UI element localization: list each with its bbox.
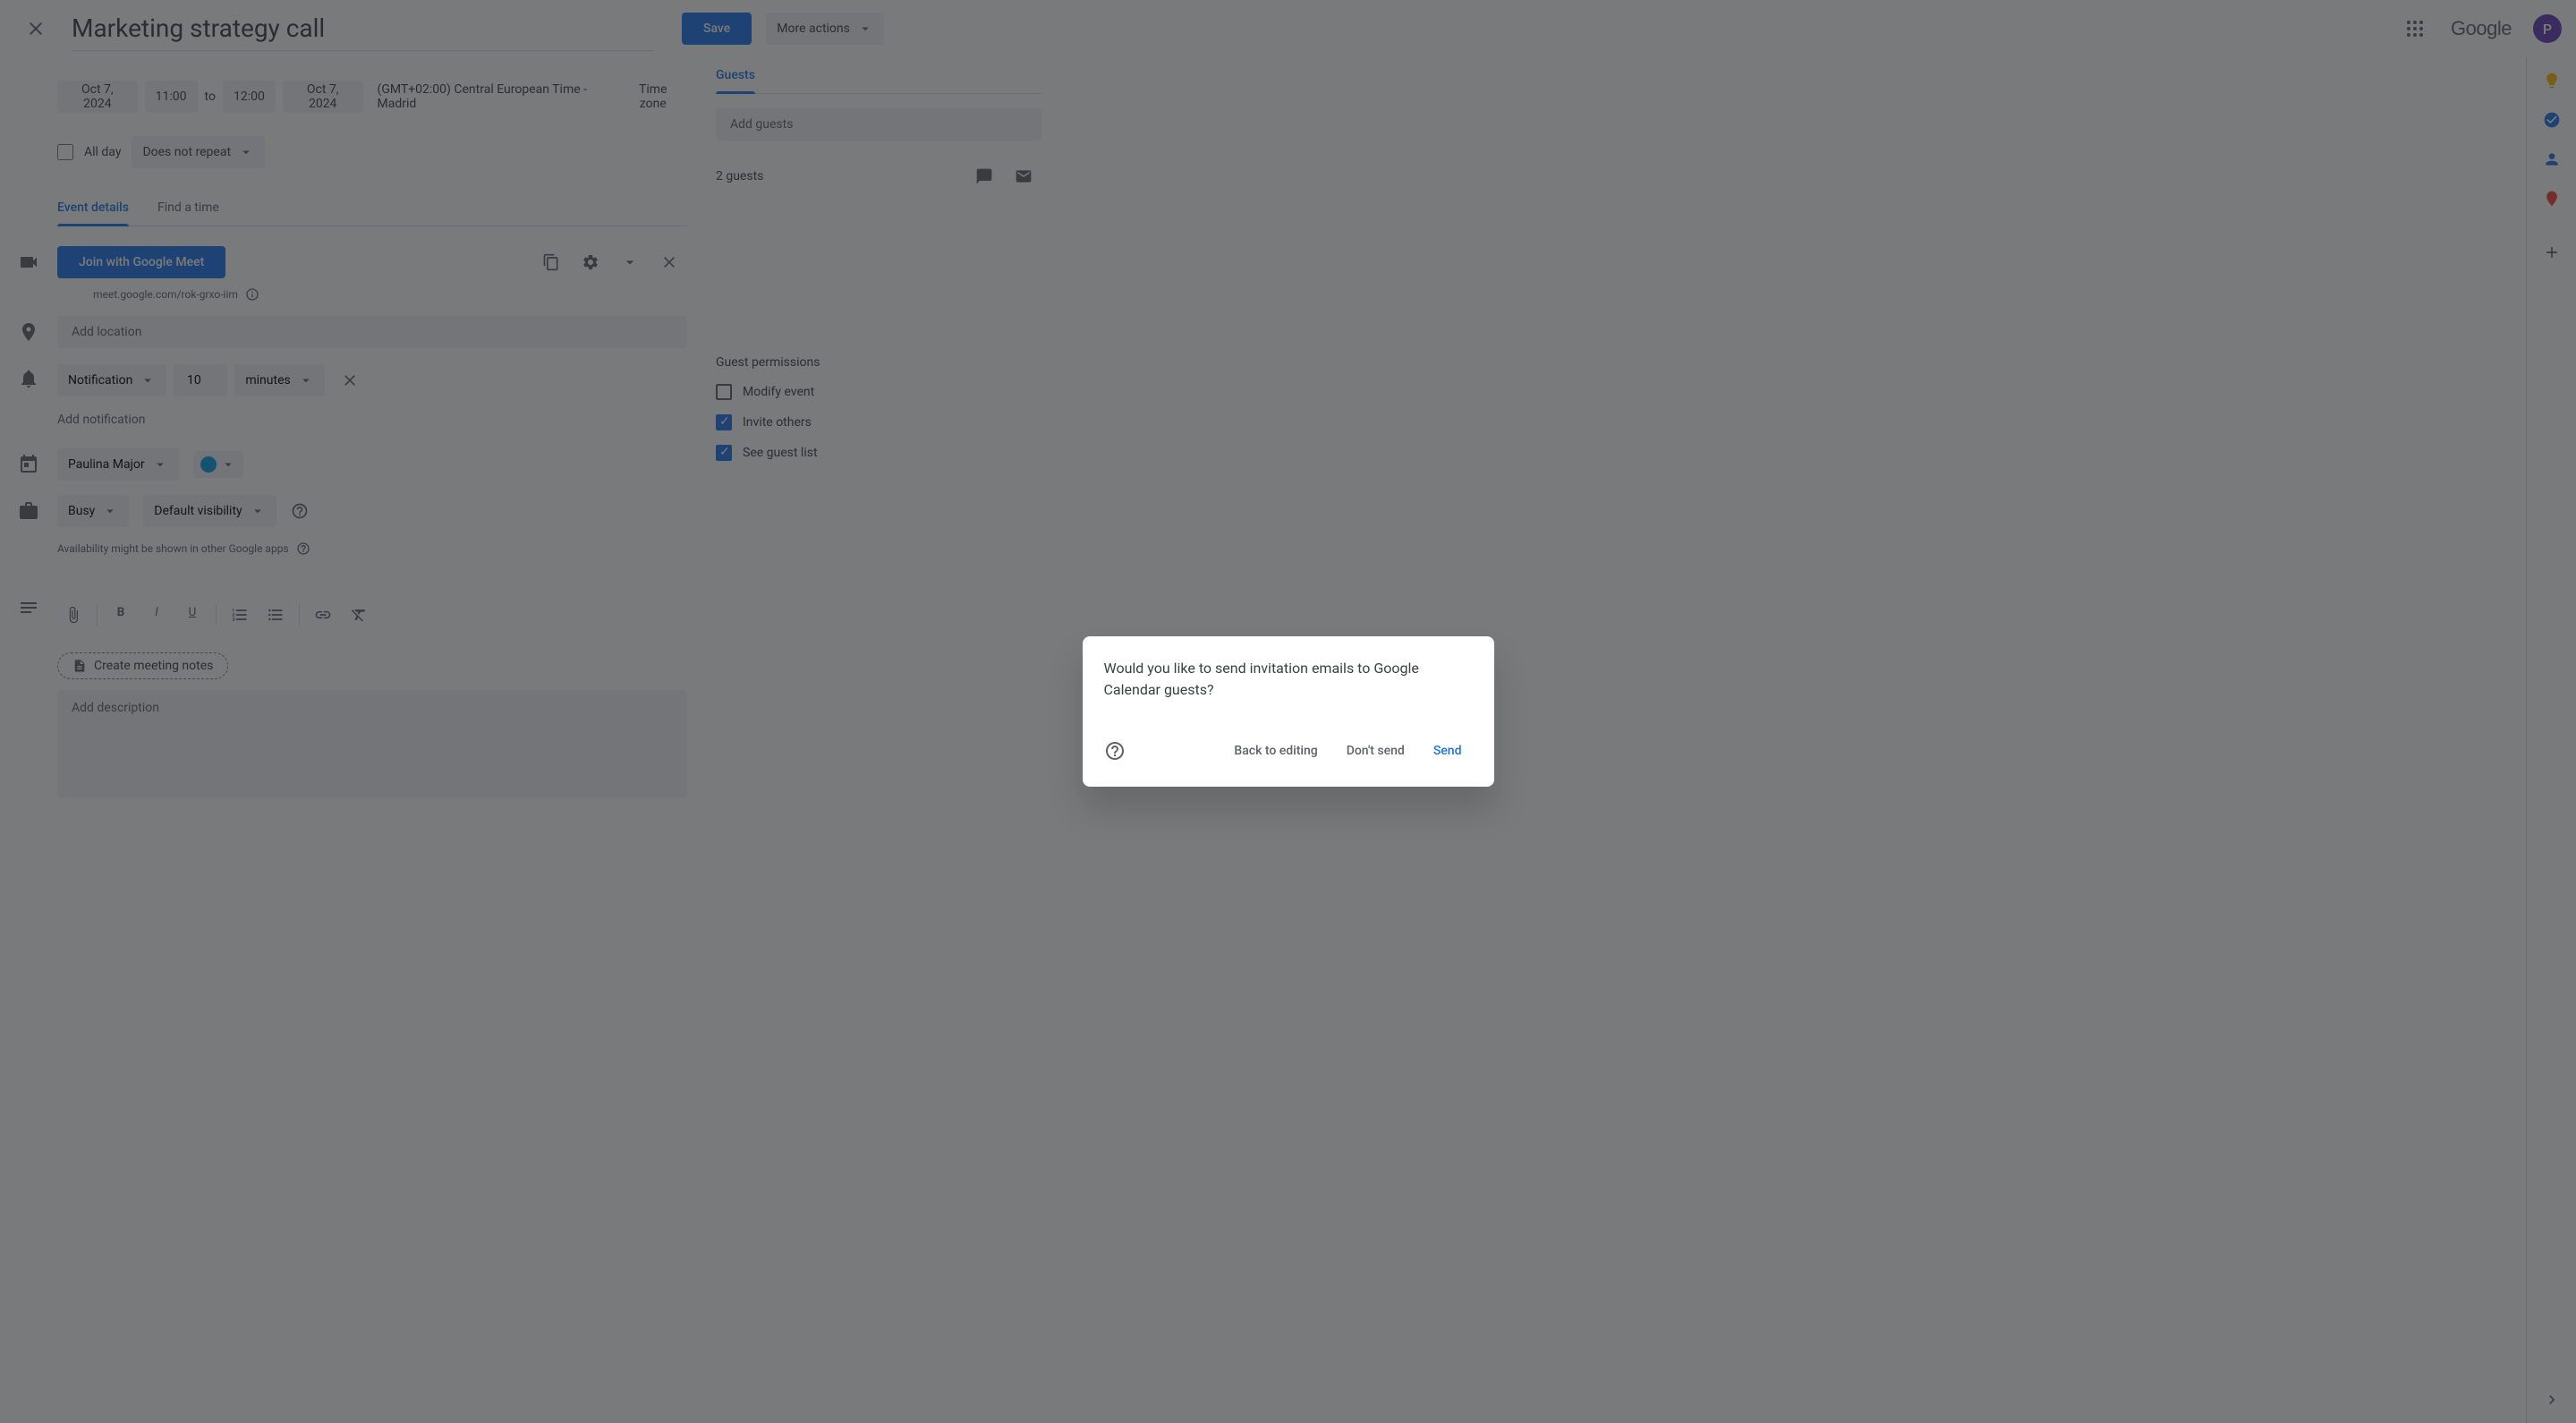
send-invitation-modal: Would you like to send invitation emails…	[0, 0, 2576, 1423]
modal-help-button[interactable]	[1104, 740, 1126, 762]
dont-send-button[interactable]: Don't send	[1336, 737, 1416, 765]
back-to-editing-button[interactable]: Back to editing	[1223, 737, 1328, 765]
send-button[interactable]: Send	[1423, 737, 1473, 765]
modal-title: Would you like to send invitation emails…	[1104, 658, 1473, 701]
